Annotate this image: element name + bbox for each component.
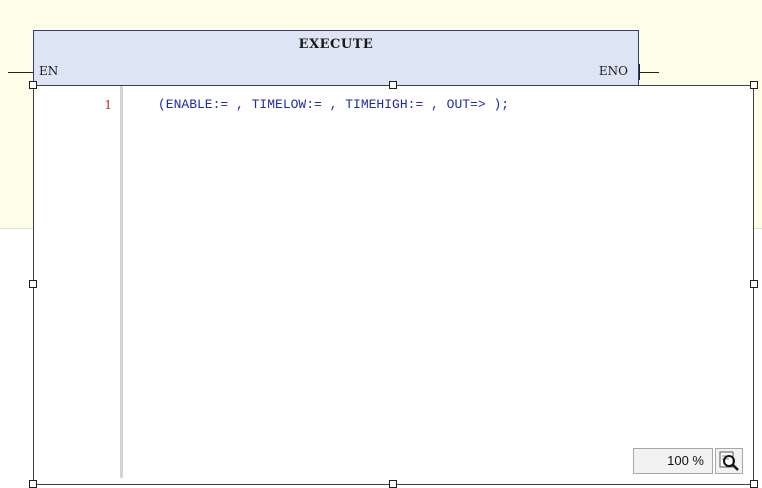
resize-handle-bottom-left[interactable]: [29, 480, 37, 488]
eno-pin-label: ENO: [598, 64, 628, 78]
zoom-level-field[interactable]: 100 %: [633, 448, 713, 474]
en-pin-label: EN: [39, 64, 59, 78]
resize-handle-top-left[interactable]: [29, 81, 37, 89]
output-wire: [639, 72, 659, 73]
resize-handle-middle-right[interactable]: [750, 280, 758, 288]
st-code-editor[interactable]: 1 (ENABLE:= , TIMELOW:= , TIMEHIGH:= , O…: [33, 85, 754, 485]
zoom-button[interactable]: [715, 448, 743, 474]
resize-handle-middle-left[interactable]: [29, 280, 37, 288]
block-title: EXECUTE: [298, 37, 374, 52]
gutter-separator: [120, 86, 123, 478]
resize-handle-top-center[interactable]: [389, 81, 397, 89]
execute-function-block[interactable]: EXECUTE EN ENO: [33, 30, 639, 88]
line-number: 1: [104, 98, 112, 112]
magnifier-icon: [719, 451, 739, 471]
resize-handle-bottom-right[interactable]: [750, 480, 758, 488]
code-line[interactable]: (ENABLE:= , TIMELOW:= , TIMEHIGH:= , OUT…: [158, 97, 509, 112]
line-number-gutter: 1: [34, 86, 120, 478]
input-wire: [8, 72, 33, 73]
output-wire-tick: [639, 64, 640, 80]
resize-handle-top-right[interactable]: [750, 81, 758, 89]
resize-handle-bottom-center[interactable]: [389, 480, 397, 488]
